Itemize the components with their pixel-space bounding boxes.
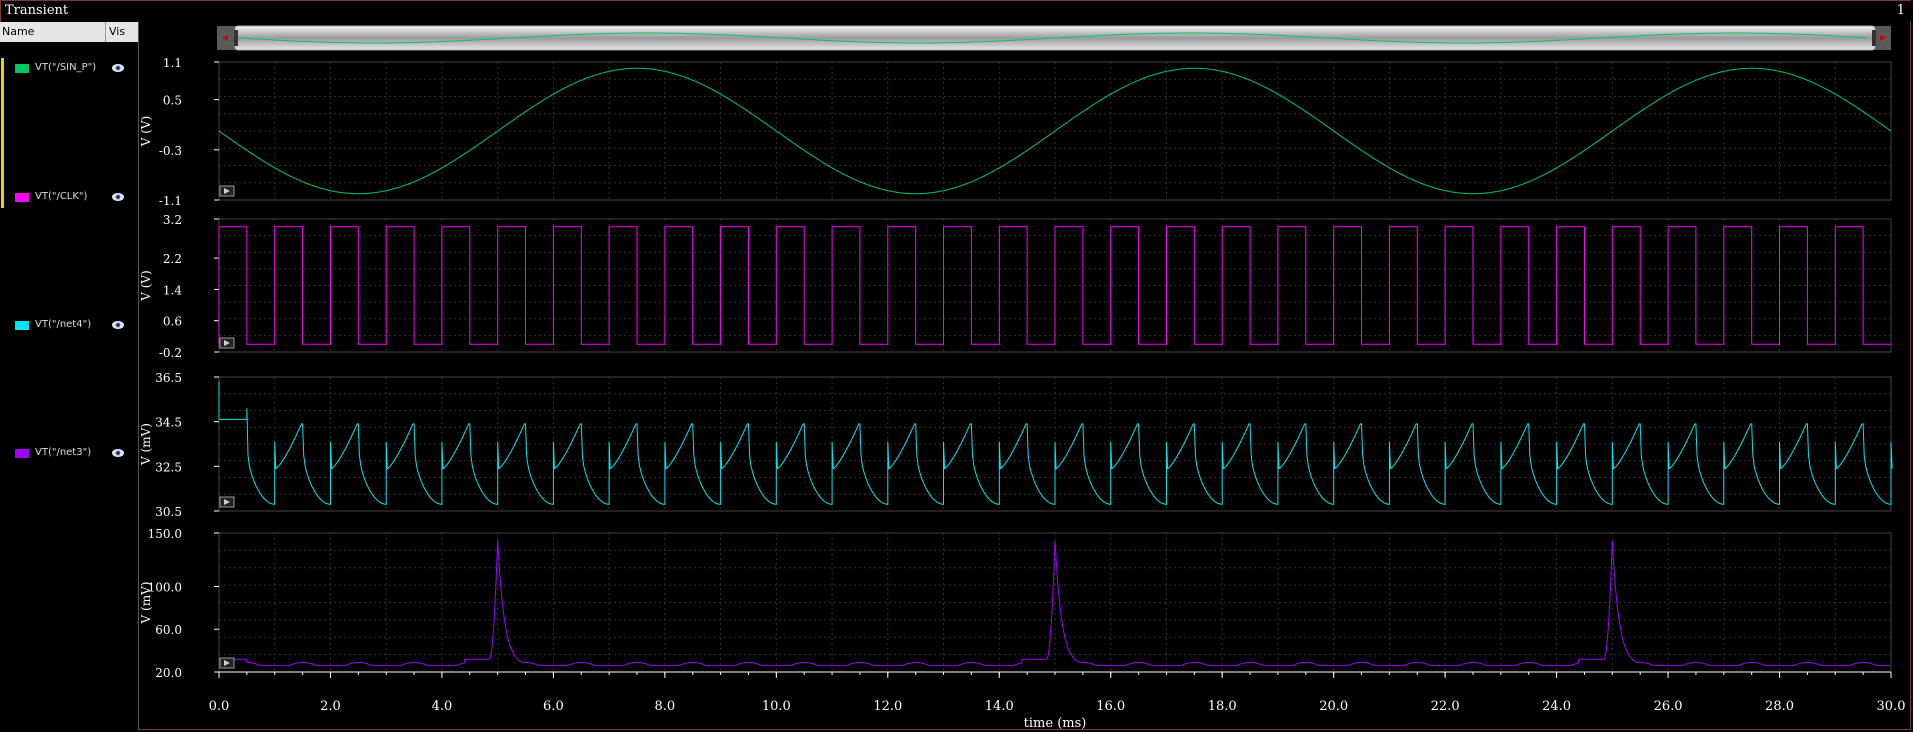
- y-tick-label: -0.3: [159, 144, 182, 158]
- y-tick-label: 1.1: [163, 56, 182, 70]
- x-tick-label: 12.0: [873, 699, 902, 714]
- waveform-strip[interactable]: 36.5 34.5 32.5 30.5 V (mV): [139, 371, 1893, 519]
- y-tick-label: 34.5: [155, 416, 182, 430]
- x-axis-label: time (ms): [1024, 716, 1087, 731]
- y-tick-label: 60.0: [155, 623, 182, 637]
- x-tick-label: 26.0: [1654, 699, 1683, 714]
- x-tick-label: 2.0: [320, 699, 341, 714]
- y-axis-label: V (mV): [139, 582, 153, 625]
- waveform-strip[interactable]: 3.2 2.2 1.4 0.6 -0.2 V (V): [139, 213, 1892, 360]
- x-tick-label: 0.0: [209, 699, 230, 714]
- overview-scrollbar[interactable]: [217, 25, 1891, 51]
- time-axis: 0.0 2.0 4.0 6.0 8.0 10.0 12.0 14.0 16.0 18.0 20.0 2…: [209, 671, 1906, 731]
- y-tick-label: 36.5: [155, 371, 182, 385]
- x-tick-label: 10.0: [762, 699, 791, 714]
- x-tick-label: 18.0: [1208, 699, 1237, 714]
- strip-expand-button[interactable]: [219, 337, 235, 349]
- x-tick-label: 6.0: [543, 699, 564, 714]
- x-tick-label: 22.0: [1431, 699, 1460, 714]
- y-tick-label: 20.0: [155, 666, 182, 680]
- waveform-plot-area[interactable]: 1.1 0.5 -0.3 -1.1 V (V) 3.2 2.2 1.4 0.6 -0.2 V (V)…: [0, 0, 1913, 732]
- signal-trace[interactable]: [218, 226, 1891, 345]
- y-tick-label: 0.6: [163, 315, 182, 329]
- y-axis-label: V (V): [139, 116, 153, 148]
- x-tick-label: 20.0: [1319, 699, 1348, 714]
- x-tick-label: 8.0: [655, 699, 676, 714]
- y-tick-label: -1.1: [159, 194, 182, 208]
- y-tick-label: 2.2: [163, 252, 182, 266]
- y-tick-label: 30.5: [155, 505, 182, 519]
- y-axis-label: V (V): [139, 270, 153, 302]
- y-tick-label: -0.2: [159, 346, 182, 360]
- scrollbar-right-handle[interactable]: [1872, 30, 1876, 46]
- strip-expand-button[interactable]: [219, 185, 235, 197]
- scrollbar-left-handle[interactable]: [234, 30, 238, 46]
- y-tick-label: 3.2: [163, 213, 182, 227]
- waveform-strip[interactable]: 150.0100.060.020.0V (mV): [139, 527, 1892, 680]
- y-tick-label: 0.5: [163, 94, 182, 108]
- strip-expand-button[interactable]: [219, 496, 235, 508]
- strip-expand-button[interactable]: [219, 657, 235, 669]
- x-tick-label: 16.0: [1096, 699, 1125, 714]
- y-tick-label: 32.5: [155, 460, 182, 474]
- x-tick-label: 24.0: [1542, 699, 1571, 714]
- y-axis-label: V (mV): [139, 423, 153, 466]
- y-tick-label: 1.4: [163, 283, 182, 297]
- y-tick-label: 150.0: [148, 527, 182, 541]
- x-tick-label: 28.0: [1765, 699, 1794, 714]
- x-tick-label: 14.0: [985, 699, 1014, 714]
- waveform-strip[interactable]: 1.1 0.5 -0.3 -1.1 V (V): [139, 56, 1892, 208]
- x-tick-label: 4.0: [432, 699, 453, 714]
- x-tick-label: 30.0: [1877, 699, 1906, 714]
